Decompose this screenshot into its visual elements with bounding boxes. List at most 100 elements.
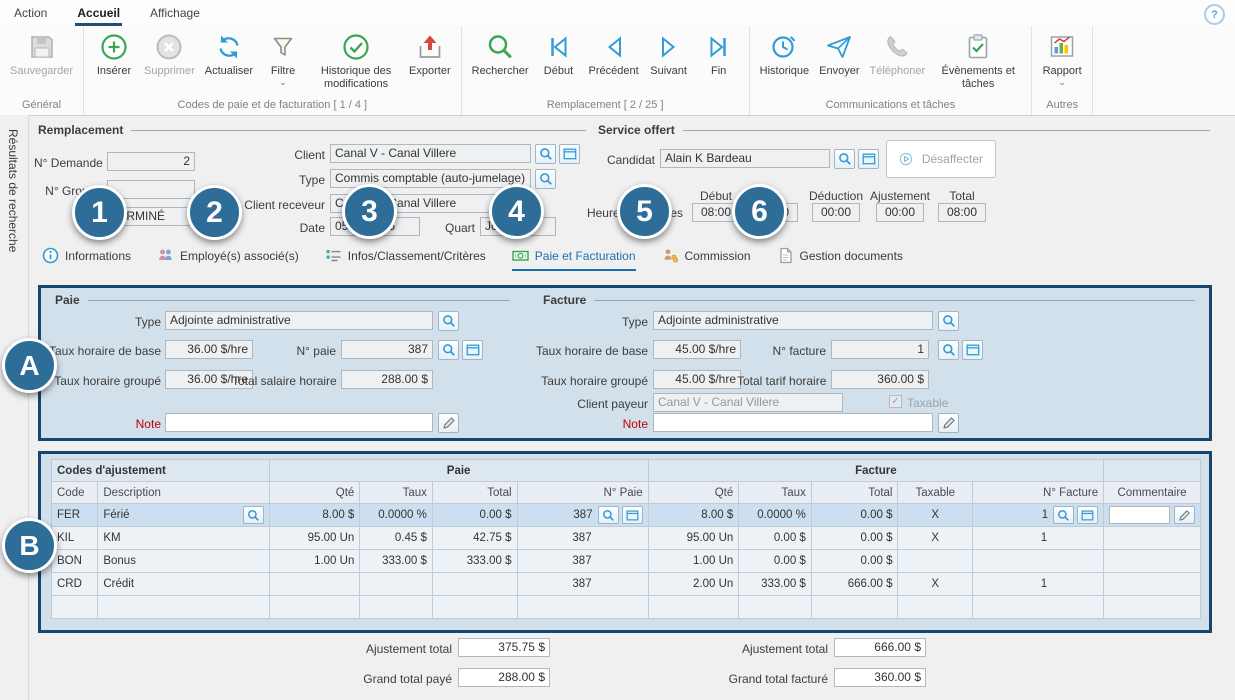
cell-p-no[interactable]: 387 (517, 550, 648, 573)
tab-infos-classement-criteres[interactable]: Infos/Classement/Critères (325, 247, 486, 271)
help-icon[interactable]: ? (1204, 4, 1225, 25)
cell-taxable[interactable]: X (898, 504, 973, 527)
cell-p-qte[interactable]: 8.00 $ (269, 504, 360, 527)
open-window-icon[interactable] (1077, 506, 1098, 524)
communication-history-button[interactable]: Historique (755, 28, 815, 78)
nav-previous-button[interactable]: Précédent (583, 28, 643, 78)
adjustment-row-kil[interactable]: KIL KM 95.00 Un 0.45 $ 42.75 $ 387 95.00… (52, 527, 1201, 550)
facture-note-edit-button[interactable] (938, 413, 959, 433)
cell-f-total[interactable]: 0.00 $ (811, 527, 898, 550)
cell-f-qte[interactable]: 8.00 $ (648, 504, 739, 527)
cell-code[interactable]: BON (52, 550, 98, 573)
cell-f-total[interactable]: 666.00 $ (811, 573, 898, 596)
cell-p-no[interactable]: 387 (517, 573, 648, 596)
paie-note-edit-button[interactable] (438, 413, 459, 433)
cell-taxable[interactable]: X (898, 527, 973, 550)
sidebar-tab-resultats[interactable]: Résultats de recherche (6, 129, 20, 252)
cell-code[interactable]: KIL (52, 527, 98, 550)
cell-p-no[interactable]: 387 (517, 527, 648, 550)
cell-p-total[interactable] (432, 573, 517, 596)
filter-button[interactable]: Filtre ⌄ (258, 28, 308, 85)
candidat-open-window-button[interactable] (858, 149, 879, 169)
send-button[interactable]: Envoyer (814, 28, 864, 78)
cell-p-qte[interactable]: 95.00 Un (269, 527, 360, 550)
cell-p-taux[interactable]: 333.00 $ (360, 550, 433, 573)
no-paie-open-window-button[interactable] (462, 340, 483, 360)
comment-field[interactable] (1109, 506, 1170, 524)
cell-f-qte[interactable]: 1.00 Un (648, 550, 739, 573)
cell-description[interactable]: Bonus (98, 550, 269, 573)
menu-affichage[interactable]: Affichage (150, 6, 200, 20)
cell-p-qte[interactable] (269, 573, 360, 596)
paie-note-field[interactable] (165, 413, 433, 432)
type-search-button[interactable] (535, 169, 556, 189)
search-icon[interactable] (598, 506, 619, 524)
nav-next-button[interactable]: Suivant (644, 28, 694, 78)
cell-p-total[interactable]: 0.00 $ (432, 504, 517, 527)
menu-accueil[interactable]: Accueil (77, 6, 120, 20)
cell-p-total[interactable]: 333.00 $ (432, 550, 517, 573)
tab-employes-associes[interactable]: Employé(s) associé(s) (157, 247, 299, 271)
cell-f-no[interactable]: 1 (973, 504, 1104, 527)
cell-commentaire[interactable] (1104, 550, 1201, 573)
desaffecter-button[interactable]: Désaffecter (886, 140, 996, 178)
modification-history-button[interactable]: Historique des modifications (308, 28, 404, 90)
tab-paie-et-facturation[interactable]: Paie et Facturation (512, 247, 636, 271)
tab-informations[interactable]: Informations (42, 247, 131, 271)
cell-commentaire[interactable] (1104, 504, 1201, 527)
cell-taxable[interactable] (898, 550, 973, 573)
cell-p-taux[interactable]: 0.0000 % (360, 504, 433, 527)
paie-type-search-button[interactable] (438, 311, 459, 331)
cell-f-taux[interactable]: 0.0000 % (739, 504, 812, 527)
adjustment-row-fer[interactable]: FER Férié 8.00 $ 0.0000 % 0.00 $ 387 (52, 504, 1201, 527)
client-open-window-button[interactable] (559, 144, 580, 164)
cell-f-no[interactable] (973, 550, 1104, 573)
menu-action[interactable]: Action (14, 6, 47, 20)
cell-description[interactable]: KM (98, 527, 269, 550)
no-facture-open-window-button[interactable] (962, 340, 983, 360)
no-paie-search-button[interactable] (438, 340, 459, 360)
cell-f-qte[interactable]: 2.00 Un (648, 573, 739, 596)
facture-note-field[interactable] (653, 413, 933, 432)
cell-code[interactable]: CRD (52, 573, 98, 596)
search-icon[interactable] (1053, 506, 1074, 524)
cell-p-taux[interactable] (360, 573, 433, 596)
cell-f-total[interactable]: 0.00 $ (811, 504, 898, 527)
cell-f-taux[interactable]: 0.00 $ (739, 527, 812, 550)
events-tasks-button[interactable]: Évènements et tâches (930, 28, 1026, 90)
nav-first-button[interactable]: Début (533, 28, 583, 78)
adjustment-row-bon[interactable]: BON Bonus 1.00 Un 333.00 $ 333.00 $ 387 … (52, 550, 1201, 573)
client-search-button[interactable] (535, 144, 556, 164)
tab-commission[interactable]: Commission (662, 247, 751, 271)
refresh-button[interactable]: Actualiser (200, 28, 258, 78)
adjustment-row-empty[interactable] (52, 596, 1201, 619)
candidat-search-button[interactable] (834, 149, 855, 169)
open-window-icon[interactable] (622, 506, 643, 524)
cell-f-taux[interactable]: 0.00 $ (739, 550, 812, 573)
cell-f-qte[interactable]: 95.00 Un (648, 527, 739, 550)
cell-commentaire[interactable] (1104, 527, 1201, 550)
report-button[interactable]: Rapport ⌄ (1037, 28, 1087, 85)
cell-p-taux[interactable]: 0.45 $ (360, 527, 433, 550)
cell-description[interactable]: Crédit (98, 573, 269, 596)
search-button[interactable]: Rechercher (467, 28, 534, 78)
tab-gestion-documents[interactable]: Gestion documents (777, 247, 903, 271)
insert-button[interactable]: Insérer (89, 28, 139, 78)
export-button[interactable]: Exporter (404, 28, 456, 78)
cell-p-qte[interactable]: 1.00 Un (269, 550, 360, 573)
cell-f-no[interactable]: 1 (973, 527, 1104, 550)
edit-pencil-icon[interactable] (1174, 506, 1195, 524)
cell-f-no[interactable]: 1 (973, 573, 1104, 596)
no-facture-search-button[interactable] (938, 340, 959, 360)
search-icon[interactable] (243, 506, 264, 524)
cell-code[interactable]: FER (52, 504, 98, 527)
cell-f-taux[interactable]: 333.00 $ (739, 573, 812, 596)
nav-last-button[interactable]: Fin (694, 28, 744, 78)
facture-type-search-button[interactable] (938, 311, 959, 331)
cell-f-total[interactable]: 0.00 $ (811, 550, 898, 573)
cell-commentaire[interactable] (1104, 573, 1201, 596)
cell-taxable[interactable]: X (898, 573, 973, 596)
adjustment-row-crd[interactable]: CRD Crédit 387 2.00 Un 333.00 $ 666.00 $… (52, 573, 1201, 596)
cell-p-total[interactable]: 42.75 $ (432, 527, 517, 550)
cell-p-no[interactable]: 387 (517, 504, 648, 527)
